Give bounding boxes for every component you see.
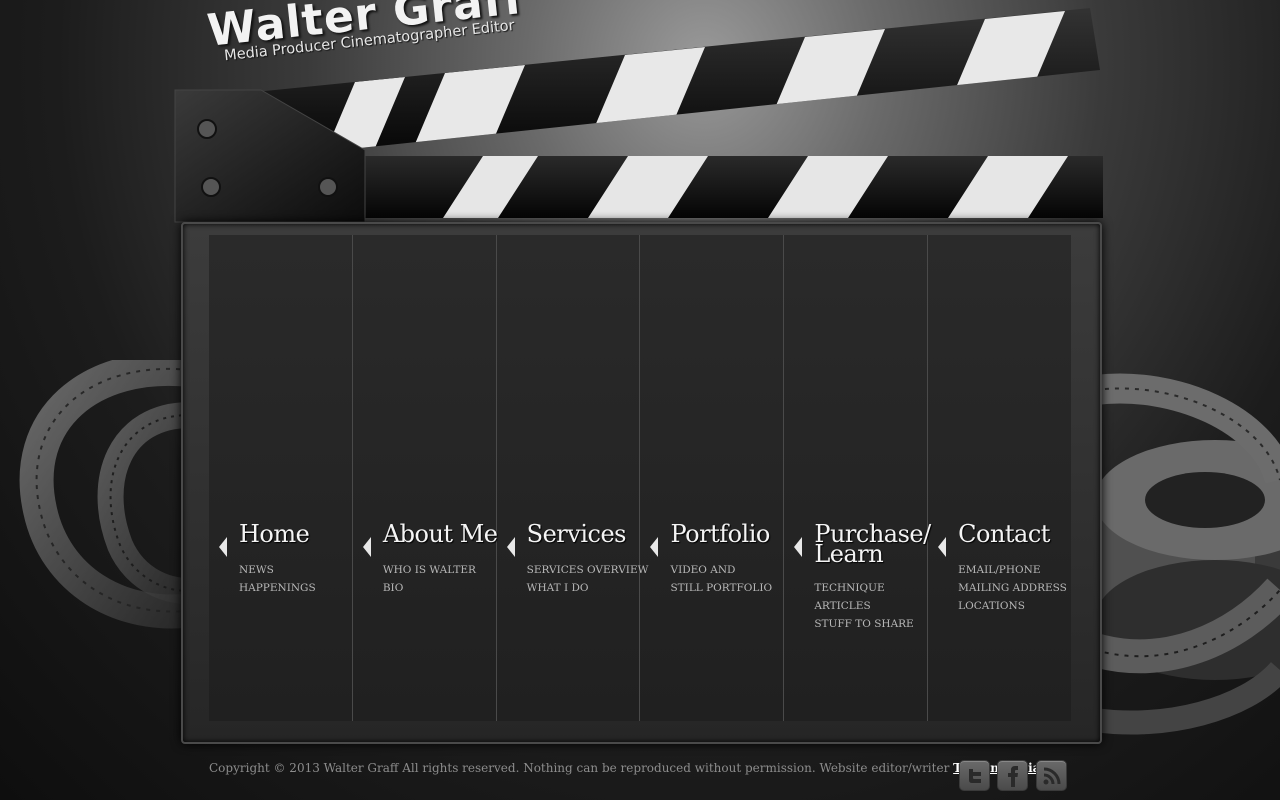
arrow-left-icon <box>219 537 227 557</box>
nav-about-me[interactable]: About Me <box>383 522 498 546</box>
twitter-icon[interactable] <box>959 760 990 791</box>
arrow-left-icon <box>362 537 371 557</box>
nav-portfolio[interactable]: Portfolio <box>670 522 770 546</box>
nav-subitem-still-portfolio[interactable]: STILL PORTFOLIO <box>670 579 772 597</box>
film-reel-left-image <box>19 360 200 629</box>
main-navigation: Home NEWS HAPPENINGS About Me WHO IS WAL… <box>209 235 1071 721</box>
nav-subitem-mailing-address[interactable]: MAILING ADDRESS <box>958 579 1067 597</box>
clapper-bottom-stick <box>174 89 1103 223</box>
nav-subitem-news[interactable]: NEWS <box>239 561 316 579</box>
nav-contact[interactable]: Contact <box>958 522 1050 546</box>
footer-copyright: Copyright © 2013 Walter Graff All rights… <box>209 761 1049 775</box>
nav-subitem-bio[interactable]: BIO <box>383 579 476 597</box>
nav-subitem-technique[interactable]: TECHNIQUE <box>814 579 913 597</box>
copyright-text: Copyright © 2013 Walter Graff All rights… <box>209 761 950 775</box>
nav-subitem-video-and[interactable]: VIDEO AND <box>670 561 772 579</box>
nav-column-purchase: Purchase/Learn TECHNIQUE ARTICLES STUFF … <box>784 235 931 721</box>
nav-subitem-happenings[interactable]: HAPPENINGS <box>239 579 316 597</box>
nav-purchase-learn[interactable]: Purchase/Learn <box>814 522 931 566</box>
nav-portfolio-submenu: VIDEO AND STILL PORTFOLIO <box>670 561 772 597</box>
nav-column-about: About Me WHO IS WALTER BIO <box>353 235 498 721</box>
nav-services-submenu: SERVICES OVERVIEW WHAT I DO <box>527 561 649 597</box>
nav-services[interactable]: Services <box>527 522 627 546</box>
arrow-left-icon <box>506 537 515 557</box>
nav-subitem-services-overview[interactable]: SERVICES OVERVIEW <box>527 561 649 579</box>
rss-icon[interactable] <box>1036 760 1067 791</box>
film-reel-right-image <box>1095 373 1280 735</box>
nav-contact-submenu: EMAIL/PHONE MAILING ADDRESS LOCATIONS <box>958 561 1067 615</box>
arrow-left-icon <box>794 537 803 557</box>
nav-subitem-who-is-walter[interactable]: WHO IS WALTER <box>383 561 476 579</box>
nav-column-services: Services SERVICES OVERVIEW WHAT I DO <box>497 235 648 721</box>
site-logo[interactable]: Walter Graff Media Producer Cinematograp… <box>205 0 527 66</box>
arrow-left-icon <box>938 537 947 557</box>
nav-column-portfolio: Portfolio VIDEO AND STILL PORTFOLIO <box>640 235 785 721</box>
nav-subitem-what-i-do[interactable]: WHAT I DO <box>527 579 649 597</box>
nav-home[interactable]: Home <box>239 522 310 546</box>
arrow-left-icon <box>650 537 659 557</box>
nav-column-home: Home NEWS HAPPENINGS <box>209 235 353 721</box>
nav-column-contact: Contact EMAIL/PHONE MAILING ADDRESS LOCA… <box>928 235 1071 721</box>
nav-subitem-locations[interactable]: LOCATIONS <box>958 597 1067 615</box>
nav-about-submenu: WHO IS WALTER BIO <box>383 561 476 597</box>
nav-subitem-stuff-to-share[interactable]: STUFF TO SHARE <box>814 615 913 633</box>
nav-subitem-articles[interactable]: ARTICLES <box>814 597 913 615</box>
facebook-icon[interactable] <box>997 760 1028 791</box>
nav-subitem-email-phone[interactable]: EMAIL/PHONE <box>958 561 1067 579</box>
nav-home-submenu: NEWS HAPPENINGS <box>239 561 316 597</box>
nav-purchase-submenu: TECHNIQUE ARTICLES STUFF TO SHARE <box>814 579 913 633</box>
